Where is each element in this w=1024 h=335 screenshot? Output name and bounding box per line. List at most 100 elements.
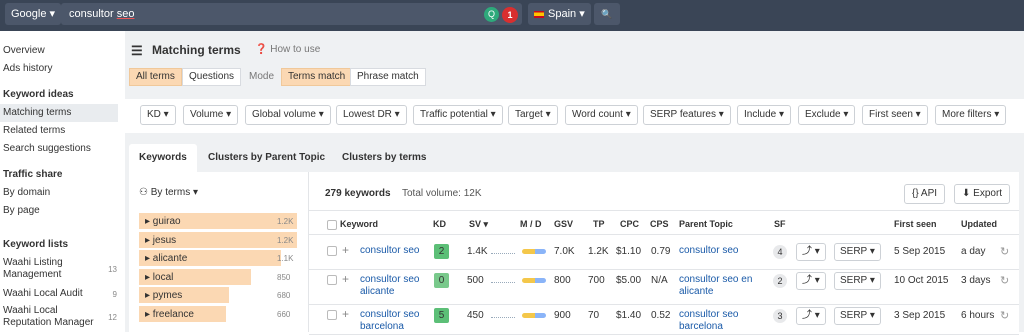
- tab-clusters-parent-topic[interactable]: Clusters by Parent Topic: [198, 144, 335, 172]
- refresh-icon[interactable]: ↻: [1000, 274, 1009, 287]
- how-to-use-link[interactable]: ❓ How to use: [255, 44, 320, 55]
- serp-button[interactable]: SERP ▾: [834, 243, 881, 261]
- mobile-desktop-bar: [522, 313, 546, 318]
- tab-keywords[interactable]: Keywords: [129, 144, 197, 172]
- serp-button[interactable]: SERP ▾: [834, 272, 881, 290]
- parent-topic-link[interactable]: consultor seo en alicante: [679, 274, 759, 298]
- filter-global-volume[interactable]: Global volume ▾: [245, 105, 331, 125]
- row-divider: [309, 304, 1019, 305]
- serp-features-count[interactable]: 2: [773, 274, 787, 288]
- trend-chart-button[interactable]: ⤴ ▾: [796, 272, 826, 290]
- sidebar-item-overview[interactable]: Overview: [3, 45, 45, 56]
- cluster-icon: ⚇: [139, 187, 148, 198]
- total-volume: Total volume: 12K: [402, 188, 482, 199]
- col-gsv[interactable]: GSV: [554, 219, 573, 229]
- term-item[interactable]: ▸ alicante: [139, 250, 281, 267]
- spain-flag-icon: [534, 10, 544, 18]
- notification-badge[interactable]: 1: [502, 7, 518, 23]
- extension-icon[interactable]: Q: [484, 7, 499, 22]
- col-updated[interactable]: Updated: [961, 219, 997, 229]
- sidebar-item-matching-terms[interactable]: Matching terms: [3, 107, 71, 118]
- mobile-desktop-bar: [522, 249, 546, 254]
- search-engine-select[interactable]: Google ▾: [5, 3, 62, 25]
- term-item[interactable]: ▸ freelance: [139, 305, 226, 323]
- sidebar-item-ads-history[interactable]: Ads history: [3, 63, 52, 74]
- trend-sparkline: [491, 308, 515, 318]
- filter-first-seen[interactable]: First seen ▾: [862, 105, 928, 125]
- tab-all-terms[interactable]: All terms: [129, 68, 182, 86]
- serp-features-count[interactable]: 4: [773, 245, 787, 259]
- col-first-seen[interactable]: First seen: [894, 219, 937, 229]
- search-input[interactable]: consultor seo: [61, 3, 522, 25]
- mode-label: Mode: [249, 71, 275, 82]
- col-tp[interactable]: TP: [593, 219, 605, 229]
- col-parent-topic[interactable]: Parent Topic: [679, 219, 733, 229]
- refresh-icon[interactable]: ↻: [1000, 309, 1009, 322]
- menu-icon[interactable]: ☰: [131, 43, 143, 59]
- term-count: 1.2K: [277, 235, 294, 245]
- sidebar-item-related-terms[interactable]: Related terms: [3, 125, 65, 136]
- cpc-value: $1.10: [616, 246, 642, 257]
- sidebar-item-by-domain[interactable]: By domain: [3, 187, 50, 198]
- col-kd[interactable]: KD: [433, 219, 446, 229]
- col-cpc[interactable]: CPC: [620, 219, 639, 229]
- trend-chart-button[interactable]: ⤴ ▾: [796, 243, 826, 261]
- row-checkbox[interactable]: [327, 310, 337, 320]
- col-keyword[interactable]: Keyword: [340, 219, 378, 229]
- add-to-list-icon[interactable]: +: [342, 272, 349, 286]
- term-count: 680: [277, 291, 291, 300]
- mode-phrase-match[interactable]: Phrase match: [350, 68, 426, 86]
- mode-terms-match[interactable]: Terms match: [281, 68, 353, 86]
- sidebar-list-item[interactable]: Waahi Local Audit: [3, 288, 83, 299]
- add-to-list-icon[interactable]: +: [342, 243, 349, 257]
- trend-chart-button[interactable]: ⤴ ▾: [796, 307, 826, 325]
- cpc-value: $1.40: [616, 310, 642, 321]
- sidebar-item-search-suggestions[interactable]: Search suggestions: [3, 143, 91, 154]
- serp-features-count[interactable]: 3: [773, 309, 787, 323]
- export-button[interactable]: ⬇ Export: [954, 184, 1011, 204]
- sidebar-list-item[interactable]: Waahi Listing Management: [3, 257, 99, 281]
- filter-more-filters[interactable]: More filters ▾: [935, 105, 1007, 125]
- parent-topic-link[interactable]: consultor seo barcelona: [679, 309, 759, 333]
- filter-target[interactable]: Target ▾: [508, 105, 558, 125]
- filter-word-count[interactable]: Word count ▾: [565, 105, 638, 125]
- keyword-link[interactable]: consultor seo alicante: [360, 274, 428, 298]
- filter-serp-features[interactable]: SERP features ▾: [643, 105, 731, 125]
- updated-value: a day: [961, 246, 986, 257]
- term-item[interactable]: ▸ pymes: [139, 287, 229, 304]
- filter-lowest-dr[interactable]: Lowest DR ▾: [336, 105, 407, 125]
- keyword-link[interactable]: consultor seo: [360, 245, 428, 257]
- add-to-list-icon[interactable]: +: [342, 307, 349, 321]
- term-item[interactable]: ▸ guirao: [139, 213, 297, 230]
- term-count: 660: [277, 309, 291, 319]
- parent-topic-link[interactable]: consultor seo: [679, 245, 759, 257]
- filter-include[interactable]: Include ▾: [737, 105, 792, 125]
- sidebar-list-item[interactable]: Waahi Local Reputation Manager: [3, 305, 99, 329]
- filter-volume[interactable]: Volume ▾: [183, 105, 239, 125]
- refresh-icon[interactable]: ↻: [1000, 245, 1009, 258]
- col-md[interactable]: M / D: [520, 219, 542, 229]
- row-checkbox[interactable]: [327, 246, 337, 256]
- sidebar-list-count: 13: [108, 265, 117, 274]
- filter-kd[interactable]: KD ▾: [140, 105, 176, 125]
- term-item[interactable]: ▸ local: [139, 268, 251, 286]
- search-button[interactable]: 🔍: [594, 3, 620, 25]
- tab-clusters-terms[interactable]: Clusters by terms: [332, 144, 436, 172]
- term-item[interactable]: ▸ jesus: [139, 231, 297, 249]
- cps-value: 0.52: [651, 310, 671, 321]
- filter-traffic-potential[interactable]: Traffic potential ▾: [413, 105, 503, 125]
- sidebar-item-by-page[interactable]: By page: [3, 205, 40, 216]
- keyword-link[interactable]: consultor seo barcelona: [360, 309, 428, 333]
- by-terms-dropdown[interactable]: ⚇ By terms ▾: [139, 187, 198, 198]
- row-checkbox[interactable]: [327, 275, 337, 285]
- tab-questions[interactable]: Questions: [182, 68, 242, 86]
- col-cps[interactable]: CPS: [650, 219, 669, 229]
- col-sf[interactable]: SF: [774, 219, 786, 229]
- filter-bar: KD ▾ Volume ▾ Global volume ▾ Lowest DR …: [125, 99, 1024, 133]
- api-button[interactable]: {} API: [904, 184, 946, 204]
- filter-exclude[interactable]: Exclude ▾: [798, 105, 856, 125]
- serp-button[interactable]: SERP ▾: [834, 307, 881, 325]
- col-sv[interactable]: SV ▾: [469, 219, 488, 230]
- country-select[interactable]: Spain ▾: [528, 3, 591, 25]
- select-all-checkbox[interactable]: [327, 220, 337, 230]
